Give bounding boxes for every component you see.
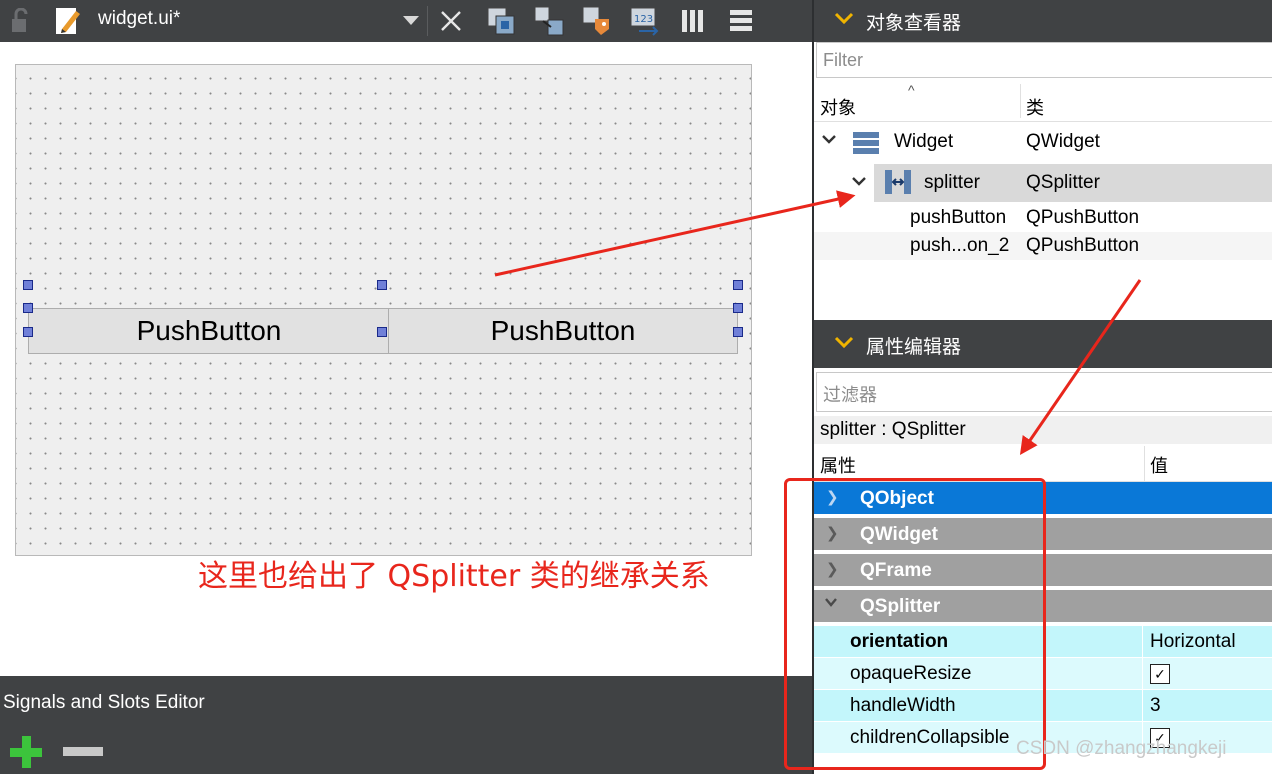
toolbar-separator — [427, 6, 428, 36]
opaque-resize-checkbox[interactable]: ✓ — [1150, 664, 1170, 684]
add-icon[interactable] — [6, 732, 46, 772]
property-table-header: 属性 值 — [814, 446, 1272, 482]
selection-handle-br[interactable] — [733, 327, 743, 337]
property-editor-title: 属性编辑器 — [866, 336, 962, 358]
property-filter-input[interactable]: 过滤器 — [816, 372, 1272, 412]
col-object-header[interactable]: 对象 — [820, 94, 856, 120]
selection-handle-mr[interactable] — [733, 303, 743, 313]
selection-handle-tl[interactable] — [23, 280, 33, 290]
object-tree-header: 对象 ^ 类 — [814, 82, 1272, 122]
splitter-icon — [884, 168, 912, 202]
column-divider — [1142, 690, 1143, 722]
layout-vertical-icon[interactable] — [726, 6, 756, 36]
edit-buddies-icon[interactable] — [580, 4, 614, 38]
object-inspector-title: 对象查看器 — [866, 12, 962, 34]
tree-row-splitter[interactable]: splitter QSplitter — [852, 164, 1272, 202]
edit-signals-slots-icon[interactable] — [532, 4, 566, 38]
col-class-header[interactable]: 类 — [1026, 94, 1044, 120]
tree-row-class: QWidget — [1026, 131, 1100, 152]
watermark-text: CSDN @zhangzhangkeji — [1016, 738, 1227, 759]
tree-row-pushbutton-2[interactable]: push...on_2 QPushButton — [814, 232, 1272, 260]
remove-icon[interactable] — [62, 742, 104, 762]
annotation-text: 这里也给出了 QSplitter 类的继承关系 — [198, 559, 710, 594]
sort-up-icon: ^ — [908, 82, 915, 98]
selection-handle-ml[interactable] — [23, 303, 33, 313]
signals-slots-panel: Signals and Slots Editor — [0, 676, 812, 774]
property-value[interactable]: Horizontal — [1150, 631, 1236, 653]
tree-row-class: QPushButton — [1026, 207, 1140, 228]
chevron-down-icon[interactable] — [834, 8, 854, 33]
widget-layout-icon — [852, 130, 880, 164]
col-property-header[interactable]: 属性 — [820, 452, 856, 478]
highlight-box — [784, 478, 1046, 770]
file-dropdown-icon[interactable] — [400, 10, 422, 32]
close-icon[interactable] — [436, 6, 466, 36]
expand-chevron-icon[interactable] — [850, 172, 868, 196]
lock-icon[interactable] — [6, 6, 36, 36]
editor-toolbar: widget.ui* 123 — [0, 0, 812, 42]
expand-chevron-icon[interactable] — [820, 130, 838, 154]
selection-handle-tm[interactable] — [377, 280, 387, 290]
tree-row-pushbutton[interactable]: pushButton QPushButton — [814, 204, 1272, 232]
object-filter-input[interactable]: Filter — [816, 42, 1272, 78]
property-value[interactable]: 3 — [1150, 695, 1161, 717]
signals-slots-title: Signals and Slots Editor — [3, 692, 205, 713]
selection-handle-bl[interactable] — [23, 327, 33, 337]
context-text: splitter : QSplitter — [820, 419, 966, 440]
edit-file-icon — [52, 4, 84, 38]
push-button-2[interactable]: PushButton — [388, 308, 738, 354]
column-divider — [1142, 626, 1143, 658]
push-button-1[interactable]: PushButton — [28, 308, 390, 354]
chevron-down-icon[interactable] — [834, 332, 854, 357]
tree-row-name: Widget — [894, 131, 954, 152]
header-divider — [1144, 446, 1145, 482]
column-divider — [1142, 658, 1143, 690]
layout-horizontal-icon[interactable] — [678, 6, 708, 36]
edit-widgets-icon[interactable] — [484, 4, 518, 38]
col-value-header[interactable]: 值 — [1150, 452, 1168, 478]
property-context-label: splitter : QSplitter — [814, 416, 1272, 444]
tree-row-widget[interactable]: Widget QWidget — [814, 128, 1272, 160]
selection-handle-tr[interactable] — [733, 280, 743, 290]
file-name-label: widget.ui* — [98, 8, 181, 29]
tree-row-class: QSplitter — [1026, 172, 1100, 193]
svg-text:123: 123 — [634, 14, 653, 25]
tree-row-name: pushButton — [910, 207, 1007, 228]
property-editor-header[interactable]: 属性编辑器 — [814, 320, 1272, 368]
tree-row-name: push...on_2 — [910, 235, 1010, 256]
tree-row-name: splitter — [924, 172, 980, 193]
object-inspector-header[interactable]: 对象查看器 — [814, 0, 1272, 42]
header-divider — [1020, 84, 1021, 118]
edit-tab-order-icon[interactable]: 123 — [628, 4, 662, 38]
widget-form-canvas[interactable]: PushButton PushButton — [15, 64, 752, 556]
selection-handle-bm[interactable] — [377, 327, 387, 337]
tree-row-class: QPushButton — [1026, 235, 1140, 256]
